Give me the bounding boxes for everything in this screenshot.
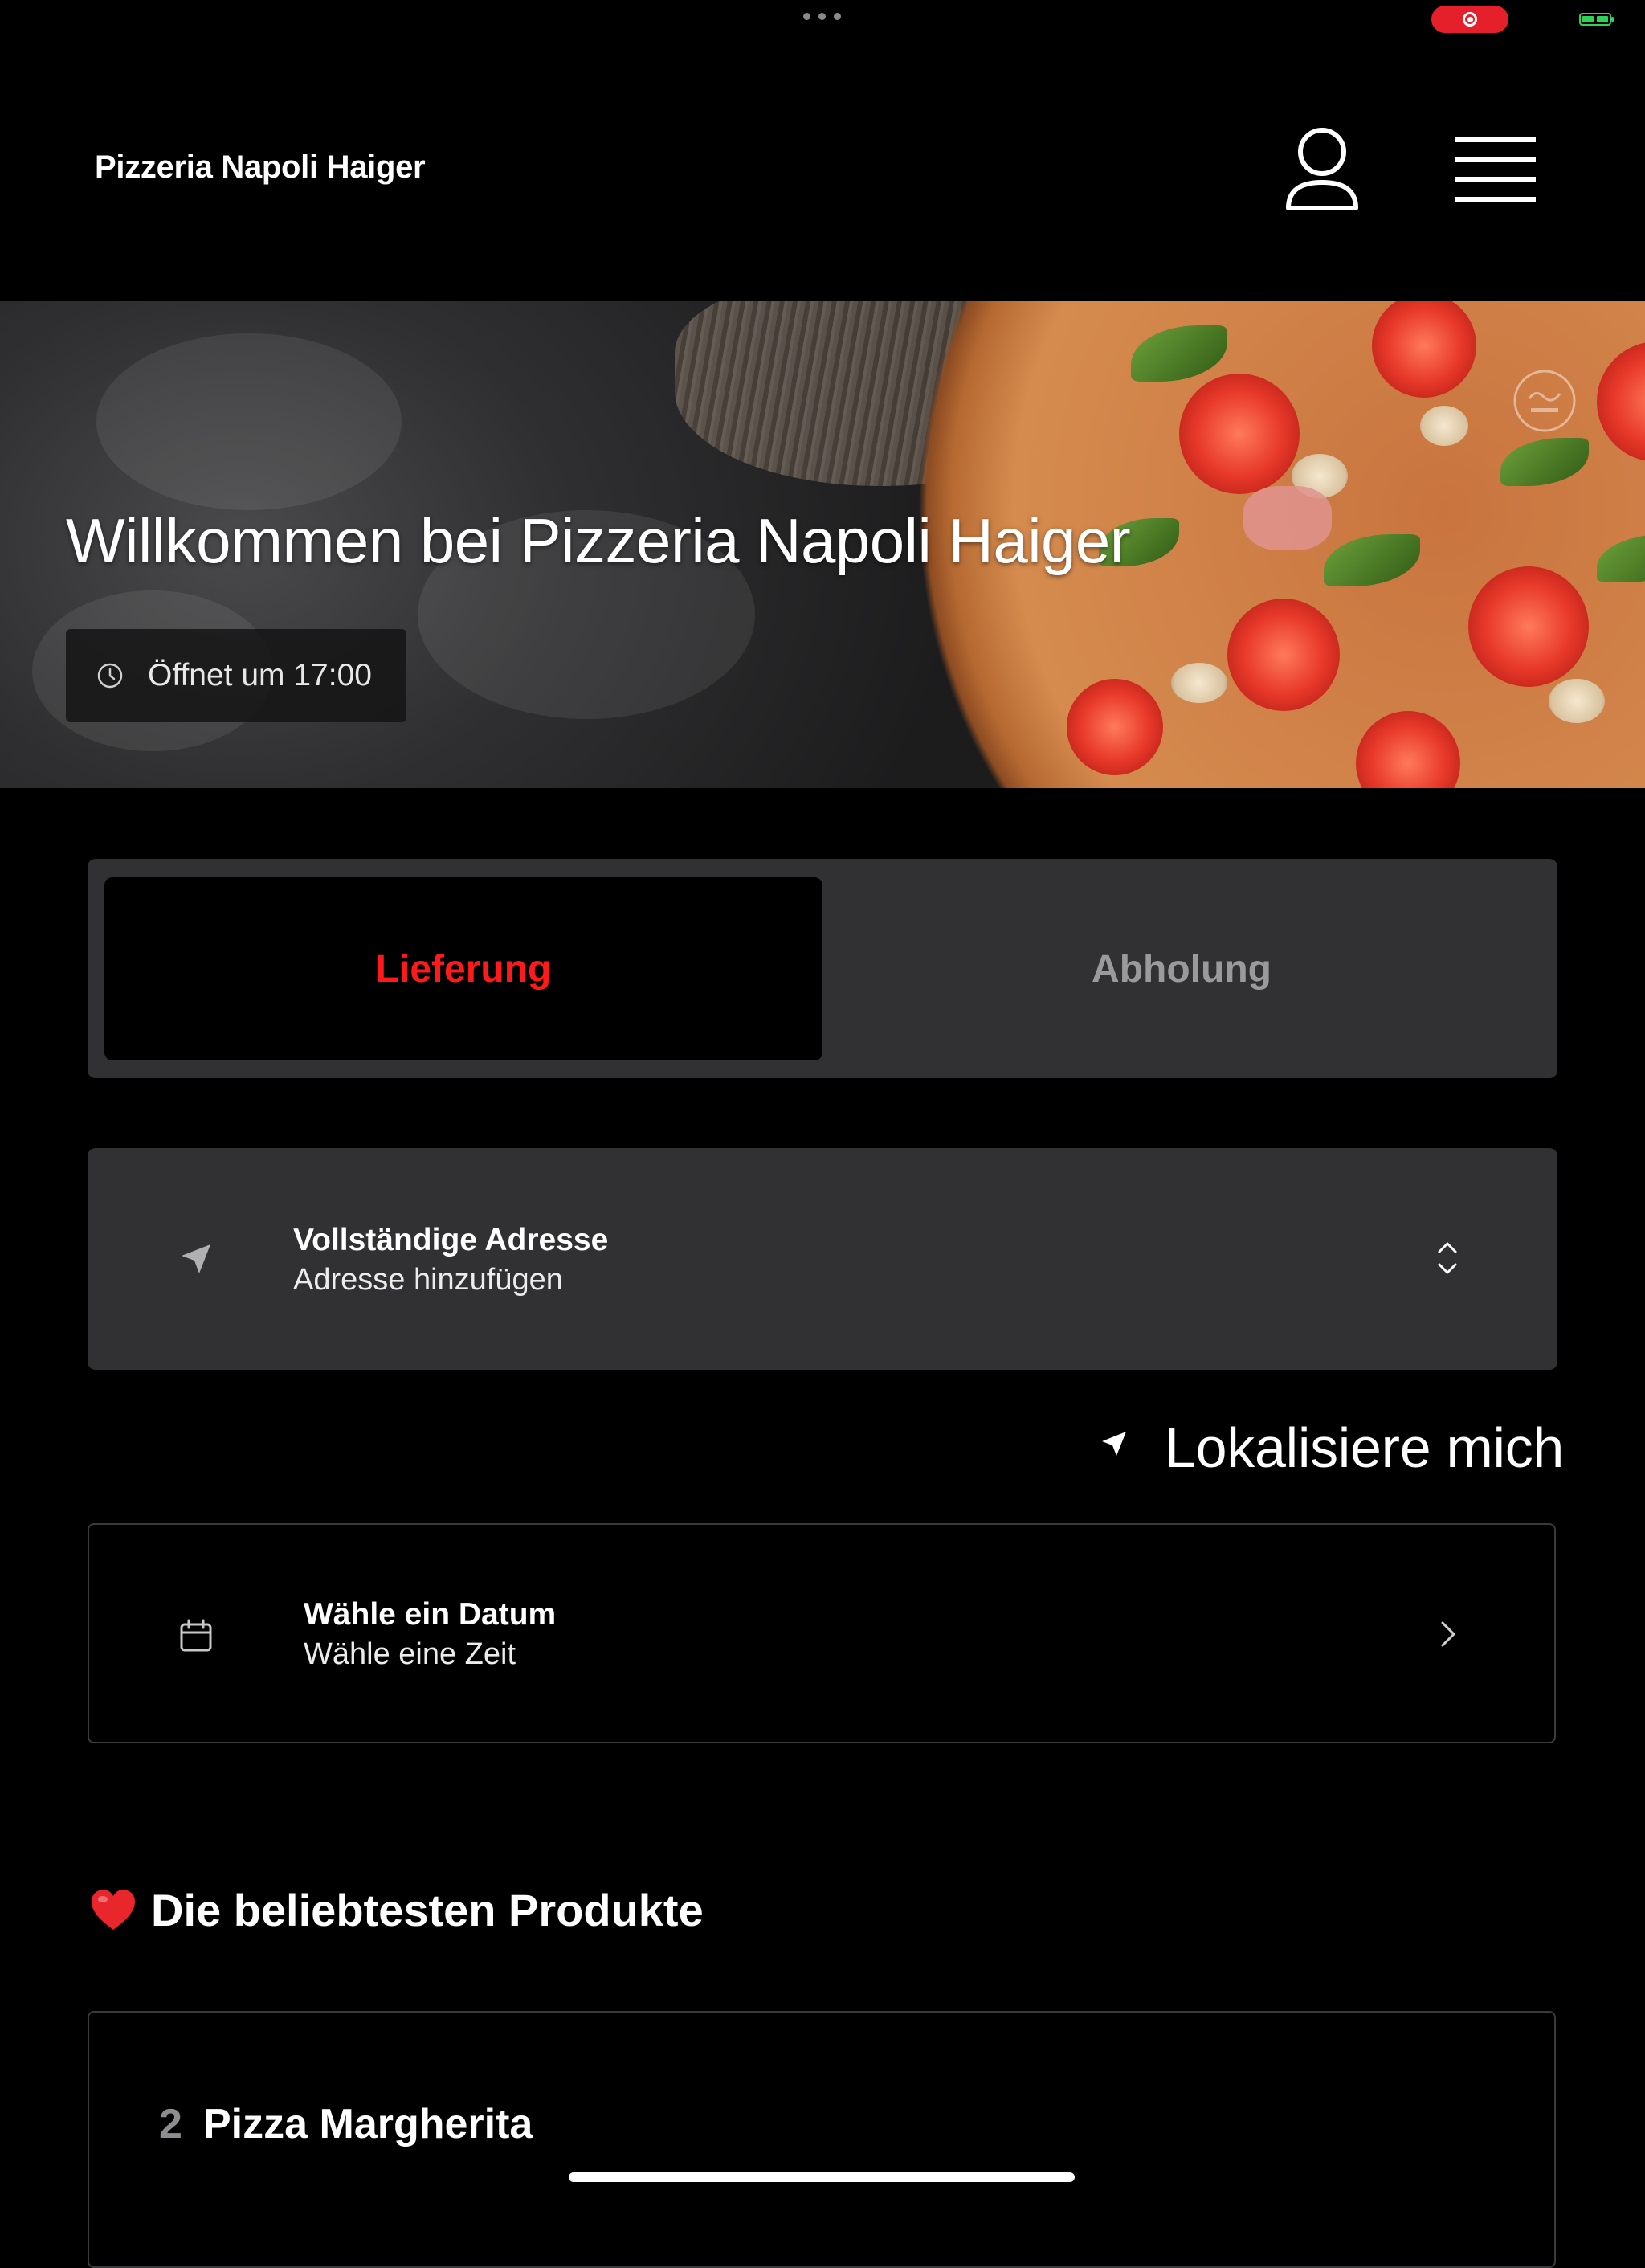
product-name[interactable]: Pizza Margherita: [203, 2100, 533, 2148]
home-indicator[interactable]: [569, 2172, 1075, 2182]
halal-icon: [1513, 370, 1576, 432]
address-selector[interactable]: [88, 1148, 1557, 1370]
locate-arrow-icon[interactable]: [1099, 1428, 1129, 1459]
schedule-selector[interactable]: [88, 1523, 1556, 1743]
date-title: Wähle ein Datum: [304, 1597, 557, 1632]
user-icon[interactable]: [1284, 125, 1361, 215]
opening-hours-text: Öffnet um 17:00: [148, 658, 372, 693]
battery-icon: [1579, 13, 1614, 26]
chevron-right-icon[interactable]: [1438, 1620, 1457, 1649]
product-quantity: 2: [159, 2101, 182, 2147]
brand-title[interactable]: Pizzeria Napoli Haiger: [95, 149, 426, 186]
location-arrow-icon: [182, 1244, 210, 1273]
tab-pickup[interactable]: Abholung: [822, 877, 1541, 1060]
tab-delivery[interactable]: Lieferung: [104, 877, 822, 1060]
menu-icon[interactable]: [1455, 135, 1536, 204]
heart-icon: [92, 1890, 135, 1930]
multitasking-dots[interactable]: [803, 13, 841, 20]
screen-recording-indicator: [1431, 6, 1508, 33]
clock-icon: [97, 663, 123, 689]
popular-products-title: Die beliebtesten Produkte: [151, 1885, 704, 1935]
time-subtitle: Wähle eine Zeit: [304, 1637, 516, 1671]
address-subtitle: Adresse hinzufügen: [293, 1263, 563, 1297]
chevron-up-down-icon[interactable]: [1435, 1240, 1459, 1277]
opening-hours-badge: Öffnet um 17:00: [66, 629, 406, 722]
calendar-icon: [180, 1619, 212, 1652]
welcome-title: Willkommen bei Pizzeria Napoli Haiger: [66, 505, 1131, 576]
address-title: Vollständige Adresse: [293, 1223, 609, 1257]
locate-me-button[interactable]: Lokalisiere mich: [1165, 1416, 1564, 1480]
